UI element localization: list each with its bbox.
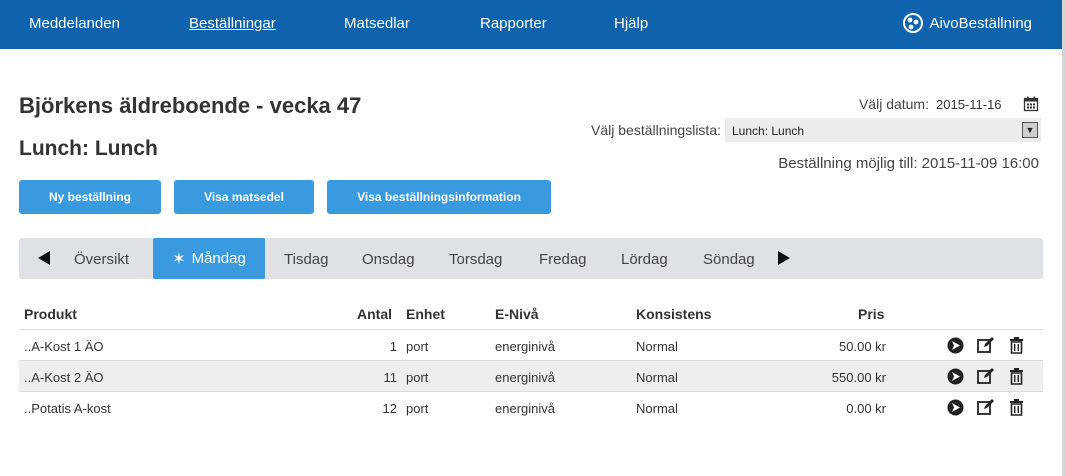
nav-orders[interactable]: Beställningar [189, 15, 276, 32]
cell-quantity: 11 [383, 370, 398, 385]
arrow-left-icon[interactable] [38, 251, 50, 265]
tab-friday[interactable]: Fredag [539, 251, 587, 268]
arrow-circle-icon[interactable] [947, 368, 964, 385]
edit-icon[interactable] [977, 368, 994, 385]
edit-icon[interactable] [977, 399, 994, 416]
arrow-circle-icon[interactable] [947, 399, 964, 416]
trash-icon[interactable] [1008, 368, 1025, 385]
show-order-info-button[interactable]: Visa beställningsinformation [327, 180, 551, 214]
aivo-logo-icon [903, 13, 924, 33]
meal-title: Lunch: Lunch [19, 137, 158, 160]
cell-product: ..A-Kost 2 ÄO [24, 370, 104, 385]
table-row: ..A-Kost 1 ÄO 1 port energinivå Normal 5… [19, 329, 1043, 360]
table-row: ..A-Kost 2 ÄO 11 port energinivå Normal … [19, 360, 1043, 391]
cell-energy-level: energinivå [495, 401, 555, 416]
order-list-select[interactable]: Lunch: Lunch ▼ [725, 118, 1041, 142]
day-tabs: Översikt ✶ Måndag Tisdag Onsdag Torsdag … [19, 238, 1043, 279]
brand-name: AivoBeställning [929, 14, 1032, 32]
top-nav: Meddelanden Beställningar Matsedlar Rapp… [0, 0, 1062, 49]
order-list-value: Lunch: Lunch [732, 124, 805, 138]
page-title: Björkens äldreboende - vecka 47 [19, 93, 362, 118]
nav-reports[interactable]: Rapporter [480, 15, 547, 32]
tab-sunday[interactable]: Söndag [703, 251, 755, 268]
cell-consistency: Normal [636, 370, 678, 385]
tab-thursday[interactable]: Torsdag [449, 251, 502, 268]
star-icon: ✶ [172, 250, 186, 268]
arrow-right-icon[interactable] [778, 251, 790, 265]
date-label: Välj datum: [858, 96, 929, 112]
cell-product: ..Potatis A-kost [24, 401, 111, 416]
calendar-icon[interactable] [1023, 96, 1039, 112]
tab-wednesday[interactable]: Onsdag [362, 251, 415, 268]
tab-overview[interactable]: Översikt [74, 251, 129, 268]
chevron-down-icon: ▼ [1022, 122, 1038, 138]
cell-consistency: Normal [636, 339, 678, 354]
cell-product: ..A-Kost 1 ÄO [24, 339, 104, 354]
window-edge [1062, 0, 1066, 476]
tab-monday[interactable]: ✶ Måndag [153, 238, 265, 279]
tab-tuesday[interactable]: Tisdag [284, 251, 328, 268]
table-row: ..Potatis A-kost 12 port energinivå Norm… [19, 391, 1043, 422]
nav-messages[interactable]: Meddelanden [29, 15, 120, 32]
brand[interactable]: AivoBeställning [903, 13, 1032, 33]
cell-consistency: Normal [636, 401, 678, 416]
order-deadline: Beställning möjlig till: 2015-11-09 16:0… [778, 155, 1039, 172]
new-order-button[interactable]: Ny beställning [19, 180, 161, 214]
cell-unit: port [406, 401, 429, 416]
arrow-circle-icon[interactable] [947, 337, 964, 354]
nav-menus[interactable]: Matsedlar [344, 15, 410, 32]
trash-icon[interactable] [1008, 337, 1025, 354]
trash-icon[interactable] [1008, 399, 1025, 416]
col-header-product: Produkt [24, 306, 77, 322]
cell-price: 550.00 kr [831, 370, 886, 385]
col-header-quantity: Antal [357, 306, 392, 322]
order-list-label: Välj beställningslista: [591, 122, 721, 138]
col-header-consistency: Konsistens [636, 306, 712, 322]
col-header-price: Pris [858, 306, 885, 322]
tab-monday-label: Måndag [191, 250, 246, 267]
col-header-energy-level: E-Nivå [495, 306, 539, 322]
edit-icon[interactable] [977, 337, 994, 354]
show-menu-button[interactable]: Visa matsedel [174, 180, 314, 214]
col-header-unit: Enhet [406, 306, 445, 322]
tab-saturday[interactable]: Lördag [621, 251, 668, 268]
cell-quantity: 12 [382, 401, 397, 416]
cell-energy-level: energinivå [495, 370, 555, 385]
cell-quantity: 1 [389, 339, 397, 354]
cell-price: 0.00 kr [846, 401, 886, 416]
cell-unit: port [406, 339, 429, 354]
date-value[interactable]: 2015-11-16 [936, 97, 1002, 112]
cell-price: 50.00 kr [839, 339, 886, 354]
nav-help[interactable]: Hjälp [614, 15, 648, 32]
cell-unit: port [406, 370, 429, 385]
cell-energy-level: energinivå [495, 339, 555, 354]
